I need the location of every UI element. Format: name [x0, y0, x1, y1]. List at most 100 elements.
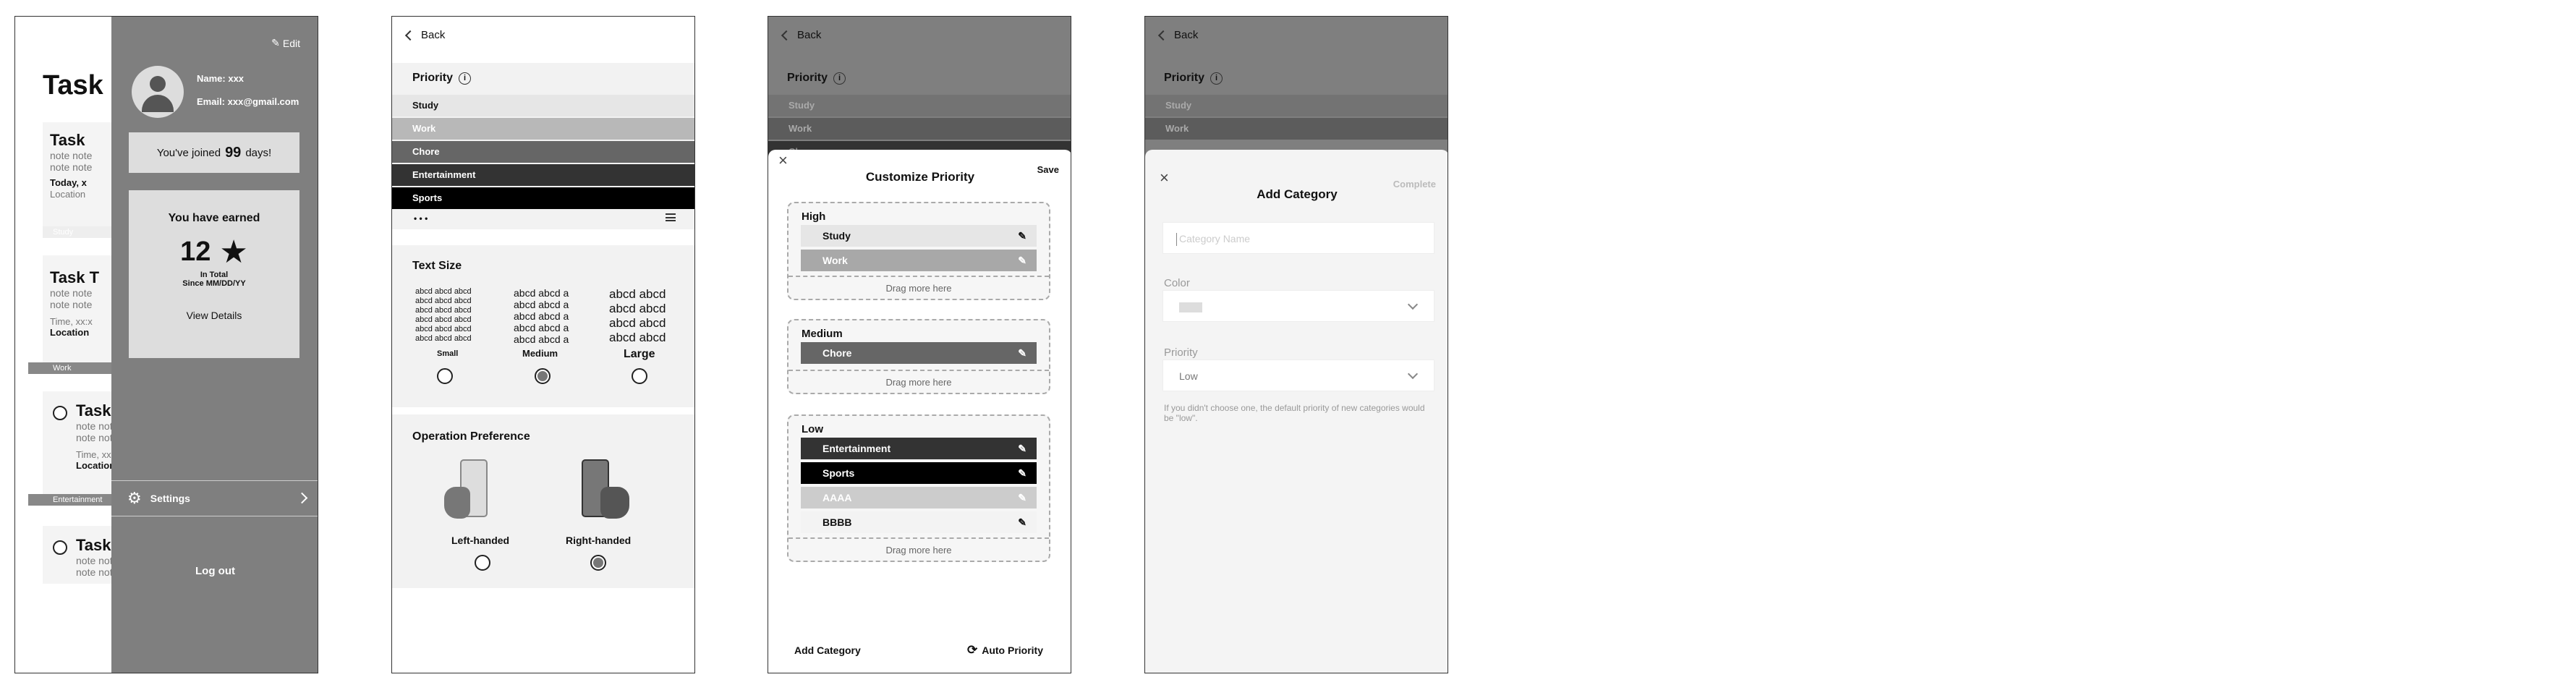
large-sample: abcd abcd abcd abcd abcd abcd abcd abcd [609, 287, 666, 344]
priority-value: Low [1179, 370, 1198, 382]
view-details-link[interactable]: View Details [129, 310, 299, 321]
priority-item[interactable]: Sports [392, 187, 694, 209]
info-icon[interactable]: i [1210, 72, 1223, 85]
priority-item[interactable]: Sports ✎ [801, 462, 1037, 484]
right-handed-label: Right-handed [566, 535, 632, 546]
priority-item[interactable]: Study ✎ [801, 225, 1037, 247]
drag-more-hint: Drag more here [885, 283, 952, 294]
auto-priority-button[interactable]: ⟳ Auto Priority [967, 643, 1043, 658]
info-icon[interactable]: i [833, 72, 846, 85]
text-size-section: Text Size abcd abcd abcd abcd abcd abcd ab… [392, 245, 694, 407]
large-label: Large [624, 348, 655, 360]
large-radio[interactable] [632, 368, 647, 384]
medium-priority-group: Medium Chore ✎ Drag more here [787, 319, 1050, 394]
customize-priority-screen: Back Priorityi Study Work Chore × Custom… [768, 16, 1071, 673]
edit-icon[interactable]: ✎ [1018, 487, 1026, 509]
edit-icon[interactable]: ✎ [1018, 511, 1026, 533]
priority-title: Priority i [412, 72, 472, 85]
priority-item[interactable]: Study [768, 95, 1071, 116]
color-select[interactable] [1162, 290, 1434, 322]
left-hand-phone-icon [444, 459, 488, 519]
more-indicator: • • • [414, 213, 428, 224]
color-label: Color [1164, 277, 1190, 289]
close-icon[interactable]: × [778, 151, 788, 170]
small-radio[interactable] [437, 368, 453, 384]
in-total-label: In Total [200, 271, 229, 279]
star-icon: ★ [219, 234, 248, 270]
priority-item[interactable]: BBBB ✎ [801, 511, 1037, 533]
priority-item[interactable]: Study [392, 95, 694, 116]
add-category-screen: Back Priority i Study Work × Add Category… [1144, 16, 1448, 673]
joined-prefix: You've joined [156, 146, 221, 159]
priority-item[interactable]: Work ✎ [801, 250, 1037, 271]
priority-item[interactable]: Entertainment ✎ [801, 438, 1037, 459]
priority-item[interactable]: Chore ✎ [801, 342, 1037, 364]
refresh-icon: ⟳ [966, 643, 978, 657]
task-checkbox[interactable] [53, 406, 67, 420]
user-name: Name: xxx [197, 73, 245, 84]
info-icon[interactable]: i [459, 72, 472, 85]
low-priority-group: Low Entertainment ✎ Sports ✎ AAAA ✎ BBBB ✎ D… [787, 414, 1050, 562]
priority-select[interactable]: Low [1162, 359, 1434, 391]
priority-title: Priority i [787, 72, 846, 85]
back-button[interactable]: Back [1157, 29, 1199, 41]
category-name-input[interactable]: Category Name [1162, 222, 1434, 254]
back-label: Back [1174, 29, 1199, 41]
edit-icon[interactable]: ✎ [1018, 462, 1026, 484]
priority-title: Priority i [1164, 72, 1223, 85]
operation-title: Operation Preference [412, 430, 530, 443]
since-date: Since MM/DD/YY [182, 279, 246, 288]
right-handed-radio[interactable] [590, 555, 606, 571]
operation-section: Operation Preference Left-handed Right-h… [392, 414, 694, 588]
settings-screen: Back Priority i Study Work Chore Entertai… [391, 16, 695, 673]
achievement-card: You have earned 12 ★ In Total Since MM/D… [129, 190, 299, 358]
edit-icon[interactable]: ✎ [1018, 250, 1026, 271]
back-label: Back [797, 29, 822, 41]
chevron-left-icon [781, 30, 792, 41]
high-label: High [802, 210, 826, 223]
edit-icon[interactable]: ✎ [1018, 342, 1026, 364]
medium-sample: abcd abcd a abcd abcd a abcd abcd a abcd ab… [514, 287, 569, 345]
complete-button[interactable]: Complete [1393, 179, 1436, 190]
medium-label: Medium [802, 328, 843, 340]
priority-item[interactable]: Work [392, 118, 694, 140]
medium-radio[interactable] [535, 368, 551, 384]
drag-more-hint: Drag more here [885, 545, 952, 556]
joined-banner: You've joined 99 days! [129, 132, 299, 173]
priority-item[interactable]: Entertainment [392, 164, 694, 186]
edit-label: Edit [282, 37, 300, 49]
back-button[interactable]: Back [404, 29, 446, 41]
back-label: Back [421, 29, 446, 41]
avatar[interactable] [132, 66, 184, 118]
logout-button[interactable]: Log out [111, 565, 318, 577]
edit-icon[interactable]: ✎ [1018, 225, 1026, 247]
settings-row[interactable]: ⚙ Settings [111, 481, 318, 516]
priority-item[interactable]: AAAA ✎ [801, 487, 1037, 509]
small-label: Small [437, 349, 459, 358]
text-size-title: Text Size [412, 260, 462, 272]
add-category-button[interactable]: Add Category [794, 644, 861, 656]
close-icon[interactable]: × [1160, 169, 1169, 187]
left-handed-label: Left-handed [451, 535, 510, 546]
priority-item[interactable]: Work [1145, 118, 1448, 140]
save-button[interactable]: Save [1037, 164, 1059, 175]
priority-hint: If you didn't choose one, the default pr… [1164, 403, 1425, 423]
modal-title: Customize Priority [865, 170, 975, 184]
gear-icon: ⚙ [127, 489, 142, 507]
customize-priority-modal: × Customize Priority Save High Study ✎ Wo… [768, 150, 1071, 673]
modal-title: Add Category [1257, 187, 1338, 201]
priority-item[interactable]: Chore [392, 141, 694, 163]
chevron-right-icon [296, 492, 308, 504]
joined-suffix: days! [245, 146, 272, 159]
back-button[interactable]: Back [781, 29, 822, 41]
task-checkbox[interactable] [53, 540, 67, 555]
edit-button[interactable]: ✎ Edit [271, 37, 300, 49]
profile-drawer: ✎ Edit Name: xxx Email: xxx@gmail.com You… [111, 17, 318, 673]
chevron-left-icon [404, 30, 416, 41]
left-handed-radio[interactable] [475, 555, 490, 571]
reorder-icon[interactable] [666, 213, 676, 221]
edit-icon[interactable]: ✎ [1018, 438, 1026, 459]
priority-item[interactable]: Study [1145, 95, 1448, 116]
priority-item[interactable]: Work [768, 118, 1071, 140]
joined-days: 99 [225, 144, 242, 161]
